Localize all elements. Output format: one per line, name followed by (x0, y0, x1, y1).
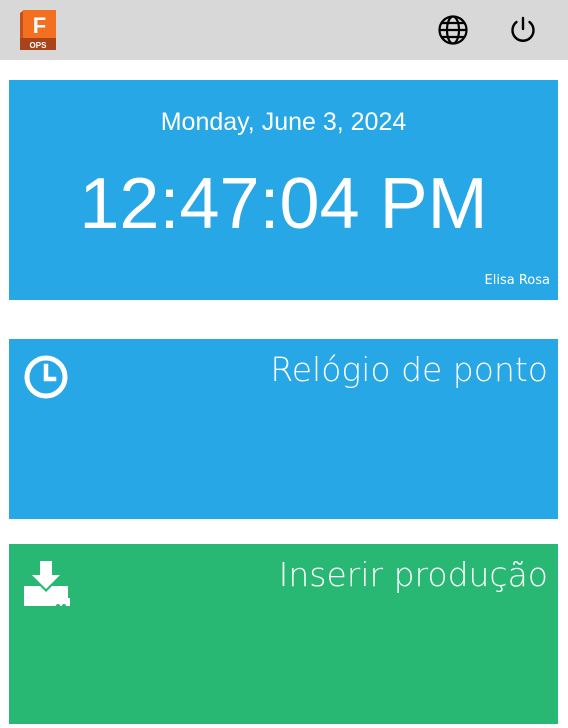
user-name: Elisa Rosa (484, 273, 550, 288)
globe-icon (438, 15, 468, 45)
logo-label: OPS (30, 41, 48, 50)
logo-letter: F (33, 13, 46, 38)
power-icon (511, 16, 535, 42)
download-icon (22, 558, 70, 606)
clock-card: Monday, June 3, 2024 12:47:04 PM Elisa R… (9, 80, 558, 300)
current-time: 12:47:04 PM (79, 164, 488, 244)
tile-insert-production-label: Inserir produção (278, 555, 548, 594)
tile-insert-production[interactable]: Inserir produção (9, 544, 558, 724)
app-logo: F OPS (18, 9, 58, 50)
language-button[interactable] (437, 14, 469, 46)
top-bar: F OPS (0, 0, 568, 60)
current-date: Monday, June 3, 2024 (160, 108, 407, 136)
power-button[interactable] (507, 14, 539, 46)
tile-time-clock-label: Relógio de ponto (270, 350, 548, 389)
tile-time-clock[interactable]: Relógio de ponto (9, 339, 558, 519)
clock-icon (22, 353, 70, 401)
